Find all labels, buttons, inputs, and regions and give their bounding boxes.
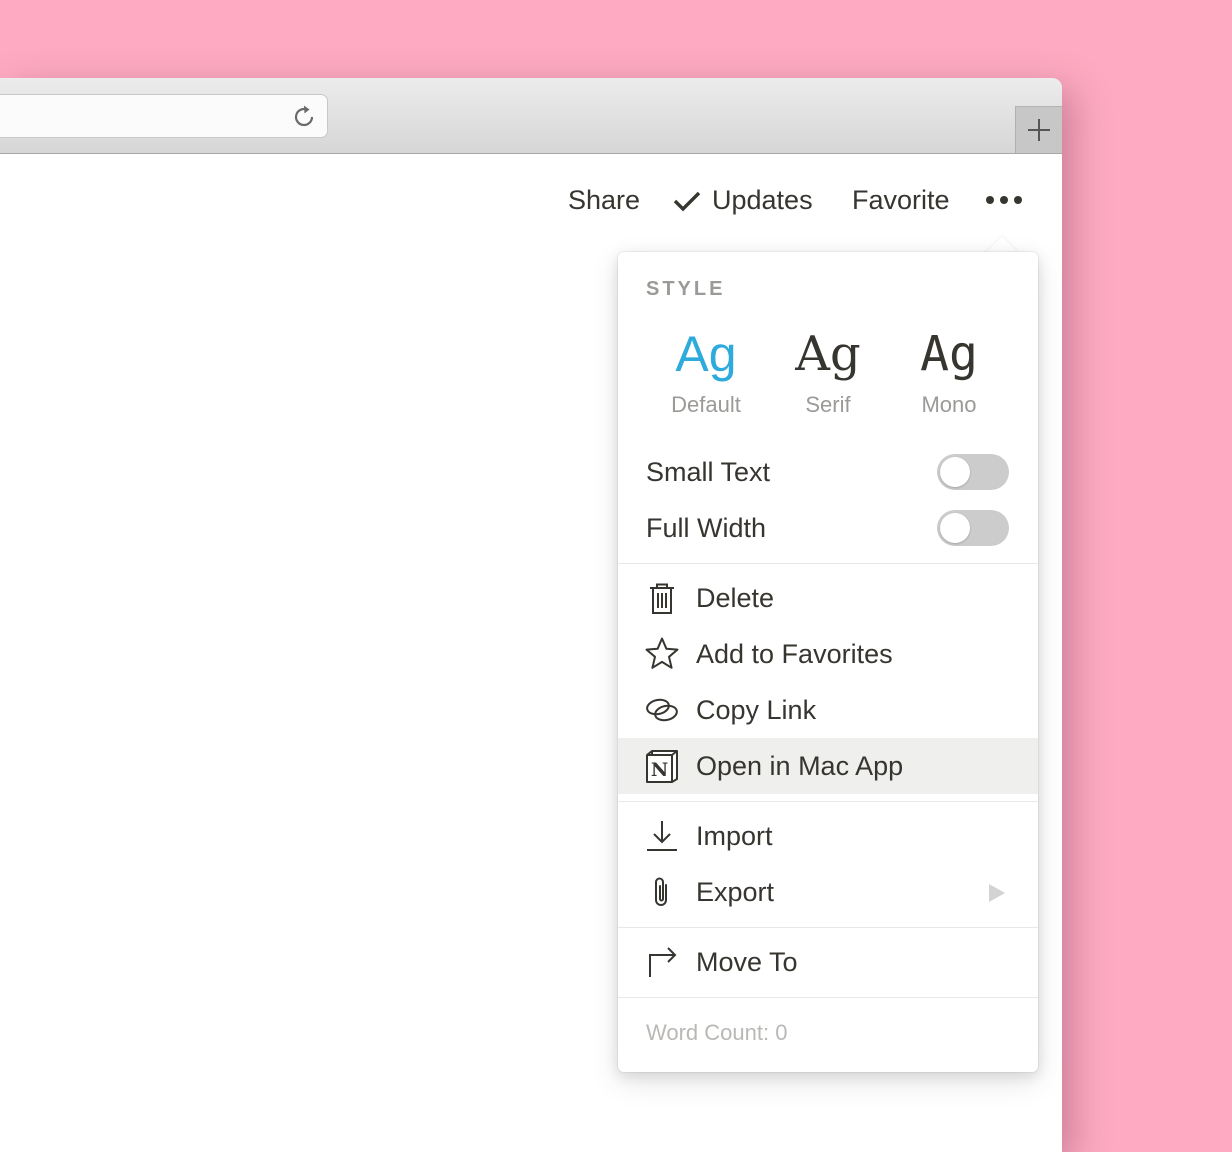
full-width-row: Full Width bbox=[618, 500, 1038, 556]
menu-item-add-to-favorites[interactable]: Add to Favorites bbox=[618, 626, 1038, 682]
style-label: Serif bbox=[805, 392, 851, 417]
browser-toolbar bbox=[0, 78, 1062, 154]
menu-item-label: Add to Favorites bbox=[696, 639, 893, 669]
style-sample: Ag bbox=[795, 326, 861, 382]
menu-item-import[interactable]: Import bbox=[618, 808, 1038, 864]
menu-item-label: Move To bbox=[696, 947, 798, 977]
full-width-toggle[interactable] bbox=[937, 510, 1009, 546]
style-section-label: STYLE bbox=[646, 278, 726, 300]
menu-item-label: Open in Mac App bbox=[696, 751, 904, 781]
share-button[interactable]: Share bbox=[568, 182, 640, 218]
address-bar[interactable] bbox=[0, 94, 328, 138]
menu-divider bbox=[618, 927, 1038, 928]
style-option-default[interactable]: Ag Default bbox=[651, 322, 761, 418]
favorite-button[interactable]: Favorite bbox=[852, 182, 950, 218]
toggle-knob bbox=[940, 513, 970, 543]
small-text-row: Small Text bbox=[618, 444, 1038, 500]
style-option-serif[interactable]: Ag Serif bbox=[773, 322, 883, 418]
full-width-label: Full Width bbox=[646, 513, 767, 543]
reload-icon[interactable] bbox=[291, 104, 317, 130]
page-options-menu: STYLE Ag Default Ag Serif Ag Mono Small … bbox=[618, 252, 1038, 1072]
menu-item-open-in-mac-app[interactable]: N Open in Mac App bbox=[618, 738, 1038, 794]
style-label: Default bbox=[671, 392, 741, 417]
svg-text:N: N bbox=[651, 759, 668, 781]
menu-item-delete[interactable]: Delete bbox=[618, 570, 1038, 626]
style-sample: Ag bbox=[920, 326, 978, 382]
checkmark-icon bbox=[673, 191, 701, 212]
menu-caret bbox=[985, 236, 1019, 253]
trash-icon bbox=[650, 583, 674, 614]
star-icon bbox=[645, 637, 679, 669]
toggle-knob bbox=[940, 457, 970, 487]
style-label: Mono bbox=[921, 392, 977, 417]
menu-divider bbox=[618, 997, 1038, 998]
small-text-toggle[interactable] bbox=[937, 454, 1009, 490]
menu-item-label: Export bbox=[696, 877, 775, 907]
updates-label: Updates bbox=[712, 185, 813, 215]
link-icon bbox=[646, 698, 678, 722]
new-tab-button[interactable] bbox=[1015, 106, 1062, 153]
import-icon bbox=[647, 821, 677, 851]
style-option-mono[interactable]: Ag Mono bbox=[894, 322, 1004, 418]
menu-item-label: Delete bbox=[696, 583, 775, 613]
move-arrow-icon bbox=[649, 947, 677, 977]
menu-divider bbox=[618, 563, 1038, 564]
word-count: Word Count: 0 bbox=[646, 1020, 788, 1045]
plus-icon bbox=[1028, 119, 1050, 141]
menu-item-copy-link[interactable]: Copy Link bbox=[618, 682, 1038, 738]
menu-divider bbox=[618, 801, 1038, 802]
more-options-button[interactable] bbox=[984, 190, 1024, 210]
menu-item-label: Copy Link bbox=[696, 695, 817, 725]
paperclip-icon bbox=[655, 877, 667, 906]
menu-item-move-to[interactable]: Move To bbox=[618, 934, 1038, 990]
style-sample: Ag bbox=[675, 326, 737, 382]
notion-app-icon: N bbox=[646, 750, 678, 783]
small-text-label: Small Text bbox=[646, 457, 771, 487]
submenu-arrow-icon bbox=[989, 884, 1005, 902]
menu-item-label: Import bbox=[696, 821, 773, 851]
menu-item-export[interactable]: Export bbox=[618, 864, 1038, 920]
